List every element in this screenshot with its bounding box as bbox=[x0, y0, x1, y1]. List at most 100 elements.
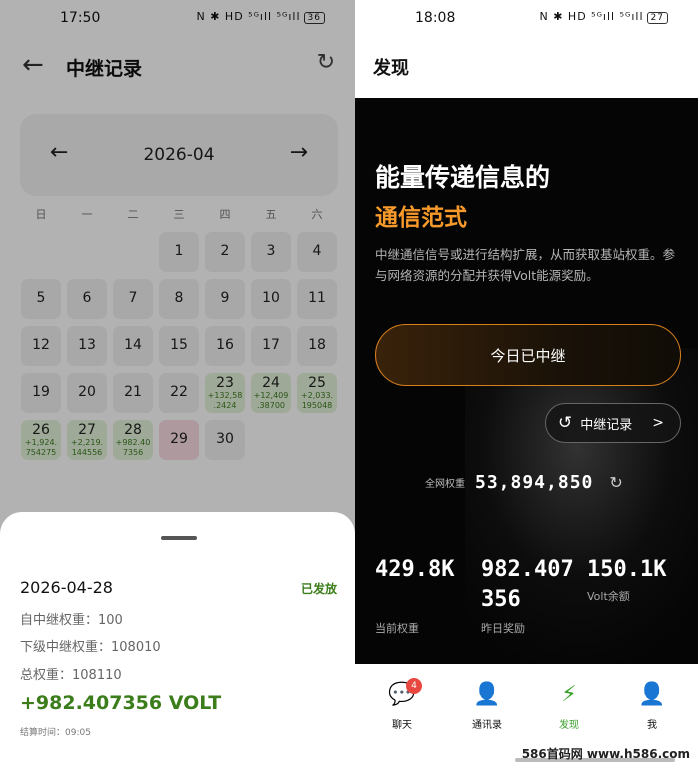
status-bar: 17:50 N ✱ HD ⁵ᴳıll ⁵ᴳıll 36 bbox=[0, 0, 355, 38]
day-number: 23 bbox=[216, 375, 234, 391]
day-number: 10 bbox=[262, 290, 280, 306]
calendar-day[interactable]: 23 +132,58.2424 bbox=[205, 373, 245, 413]
light-streak-decoration bbox=[465, 348, 698, 664]
calendar-day[interactable]: 2 bbox=[205, 232, 245, 272]
calendar-day[interactable]: 8 bbox=[159, 279, 199, 319]
day-earning: +2,219. bbox=[70, 438, 104, 447]
day-earning: +2,033. bbox=[300, 391, 334, 400]
day-number: 27 bbox=[78, 422, 96, 438]
back-arrow-icon[interactable]: ← bbox=[22, 50, 44, 80]
header: 发现 bbox=[355, 38, 698, 98]
day-earning-cont: .2424 bbox=[213, 401, 237, 410]
calendar-day[interactable]: 3 bbox=[251, 232, 291, 272]
day-number: 9 bbox=[220, 290, 230, 306]
page-title: 中继记录 bbox=[66, 58, 143, 80]
calendar-day[interactable]: 28 +982.40 7356 bbox=[113, 420, 153, 460]
day-number: 20 bbox=[78, 384, 96, 400]
calendar-day[interactable]: 29 bbox=[159, 420, 199, 460]
header: ← 中继记录 ↻ bbox=[0, 38, 355, 94]
day-number: 1 bbox=[174, 243, 184, 259]
calendar-day[interactable]: 4 bbox=[297, 232, 337, 272]
reward-amount: +982.407356 VOLT bbox=[20, 692, 222, 714]
day-number: 13 bbox=[78, 337, 96, 353]
calendar-day[interactable]: 1 bbox=[159, 232, 199, 272]
calendar-day[interactable]: 11 bbox=[297, 279, 337, 319]
status-badge: 已发放 bbox=[300, 582, 337, 596]
settle-time: 结算时间：09:05 bbox=[20, 728, 91, 738]
status-icons: N ✱ HD ⁵ᴳıll ⁵ᴳıll 27 bbox=[539, 10, 668, 24]
calendar-grid: 1 2 3 4 5 6 7 8 9 10 11 12 13 14 15 16 17 18 19 20 21 22 23 +13… bbox=[18, 232, 340, 467]
day-earning: +1,924. bbox=[24, 438, 58, 447]
calendar-day[interactable]: 7 bbox=[113, 279, 153, 319]
hero-description: 中继通信信号或进行结构扩展，从而获取基站权重。参与网络资源的分配并获得Volt能… bbox=[375, 247, 676, 283]
day-number: 3 bbox=[266, 243, 276, 259]
current-weight-label: 当前权重 bbox=[375, 622, 419, 635]
bottom-tab-bar: 💬 4 聊天 👤 通讯录 ⚡ 发现 👤 我 586首码网 www.h586.com bbox=[355, 664, 698, 768]
calendar-day[interactable]: 12 bbox=[21, 326, 61, 366]
tab-contacts[interactable]: 👤 通讯录 bbox=[447, 682, 527, 731]
day-number: 14 bbox=[124, 337, 142, 353]
calendar-day[interactable]: 14 bbox=[113, 326, 153, 366]
discover-screen: 18:08 N ✱ HD ⁵ᴳıll ⁵ᴳıll 27 发现 能量传递信息的 通信… bbox=[355, 0, 698, 768]
calendar-empty-cell bbox=[21, 232, 61, 272]
calendar-day[interactable]: 17 bbox=[251, 326, 291, 366]
calendar-day[interactable]: 30 bbox=[205, 420, 245, 460]
watermark: 586首码网 www.h586.com bbox=[521, 747, 690, 761]
calendar-day[interactable]: 9 bbox=[205, 279, 245, 319]
tab-discover[interactable]: ⚡ 发现 bbox=[529, 682, 609, 731]
calendar-day[interactable]: 22 bbox=[159, 373, 199, 413]
day-earning-cont: 754275 bbox=[25, 448, 57, 457]
status-bar: 18:08 N ✱ HD ⁵ᴳıll ⁵ᴳıll 27 bbox=[355, 0, 698, 38]
calendar-day[interactable]: 27 +2,219. 144556 bbox=[67, 420, 107, 460]
refresh-icon[interactable]: ↻ bbox=[609, 473, 622, 492]
calendar-day[interactable]: 18 bbox=[297, 326, 337, 366]
day-number: 25 bbox=[308, 375, 326, 391]
calendar-day[interactable]: 5 bbox=[21, 279, 61, 319]
day-earning-cont: 144556 bbox=[71, 448, 103, 457]
calendar-day[interactable]: 6 bbox=[67, 279, 107, 319]
unread-badge: 4 bbox=[406, 678, 422, 694]
day-number: 28 bbox=[124, 422, 142, 438]
total-weight: 总权重：108110 bbox=[20, 668, 122, 683]
day-earning-cont: 195048 bbox=[301, 401, 333, 410]
calendar-day[interactable]: 16 bbox=[205, 326, 245, 366]
refresh-icon[interactable]: ↻ bbox=[317, 50, 335, 75]
day-number: 12 bbox=[32, 337, 50, 353]
day-number: 17 bbox=[262, 337, 280, 353]
profile-icon: 👤 bbox=[638, 682, 666, 707]
contacts-icon: 👤 bbox=[473, 682, 501, 707]
day-number: 7 bbox=[128, 290, 138, 306]
tab-label: 聊天 bbox=[392, 720, 412, 731]
self-weight: 自中继权重：100 bbox=[20, 613, 123, 628]
calendar-day[interactable]: 25 +2,033. 195048 bbox=[297, 373, 337, 413]
relay-record-button[interactable]: ↺ 中继记录 > bbox=[545, 403, 681, 443]
calendar-day[interactable]: 10 bbox=[251, 279, 291, 319]
day-number: 5 bbox=[36, 290, 46, 306]
day-number: 21 bbox=[124, 384, 142, 400]
weekday-label: 六 bbox=[311, 208, 323, 221]
calendar-day[interactable]: 21 bbox=[113, 373, 153, 413]
current-weight-value: 429.8K bbox=[375, 557, 455, 582]
tab-label: 发现 bbox=[559, 720, 579, 731]
day-number: 2 bbox=[220, 243, 230, 259]
day-number: 4 bbox=[312, 243, 322, 259]
balance-value: 150.1K bbox=[587, 557, 667, 582]
day-number: 18 bbox=[308, 337, 326, 353]
calendar-day[interactable]: 15 bbox=[159, 326, 199, 366]
day-earning: +982.40 bbox=[115, 438, 151, 447]
tab-chat[interactable]: 💬 4 聊天 bbox=[362, 678, 442, 731]
calendar-day[interactable]: 20 bbox=[67, 373, 107, 413]
tab-me[interactable]: 👤 我 bbox=[612, 682, 692, 731]
calendar-day[interactable]: 26 +1,924. 754275 bbox=[21, 420, 61, 460]
hero-title: 能量传递信息的 bbox=[375, 163, 551, 192]
calendar-day[interactable]: 13 bbox=[67, 326, 107, 366]
sheet-handle[interactable] bbox=[161, 536, 197, 540]
calendar-day[interactable]: 19 bbox=[21, 373, 61, 413]
day-number: 22 bbox=[170, 384, 188, 400]
status-time: 17:50 bbox=[60, 10, 101, 26]
calendar-day[interactable]: 24 +12,409.38700 bbox=[251, 373, 291, 413]
relay-today-button[interactable]: 今日已中继 bbox=[375, 324, 681, 386]
day-number: 16 bbox=[216, 337, 234, 353]
relay-panel: 能量传递信息的 通信范式 中继通信信号或进行结构扩展，从而获取基站权重。参与网络… bbox=[355, 98, 698, 664]
next-month-arrow-icon[interactable]: → bbox=[290, 140, 308, 165]
